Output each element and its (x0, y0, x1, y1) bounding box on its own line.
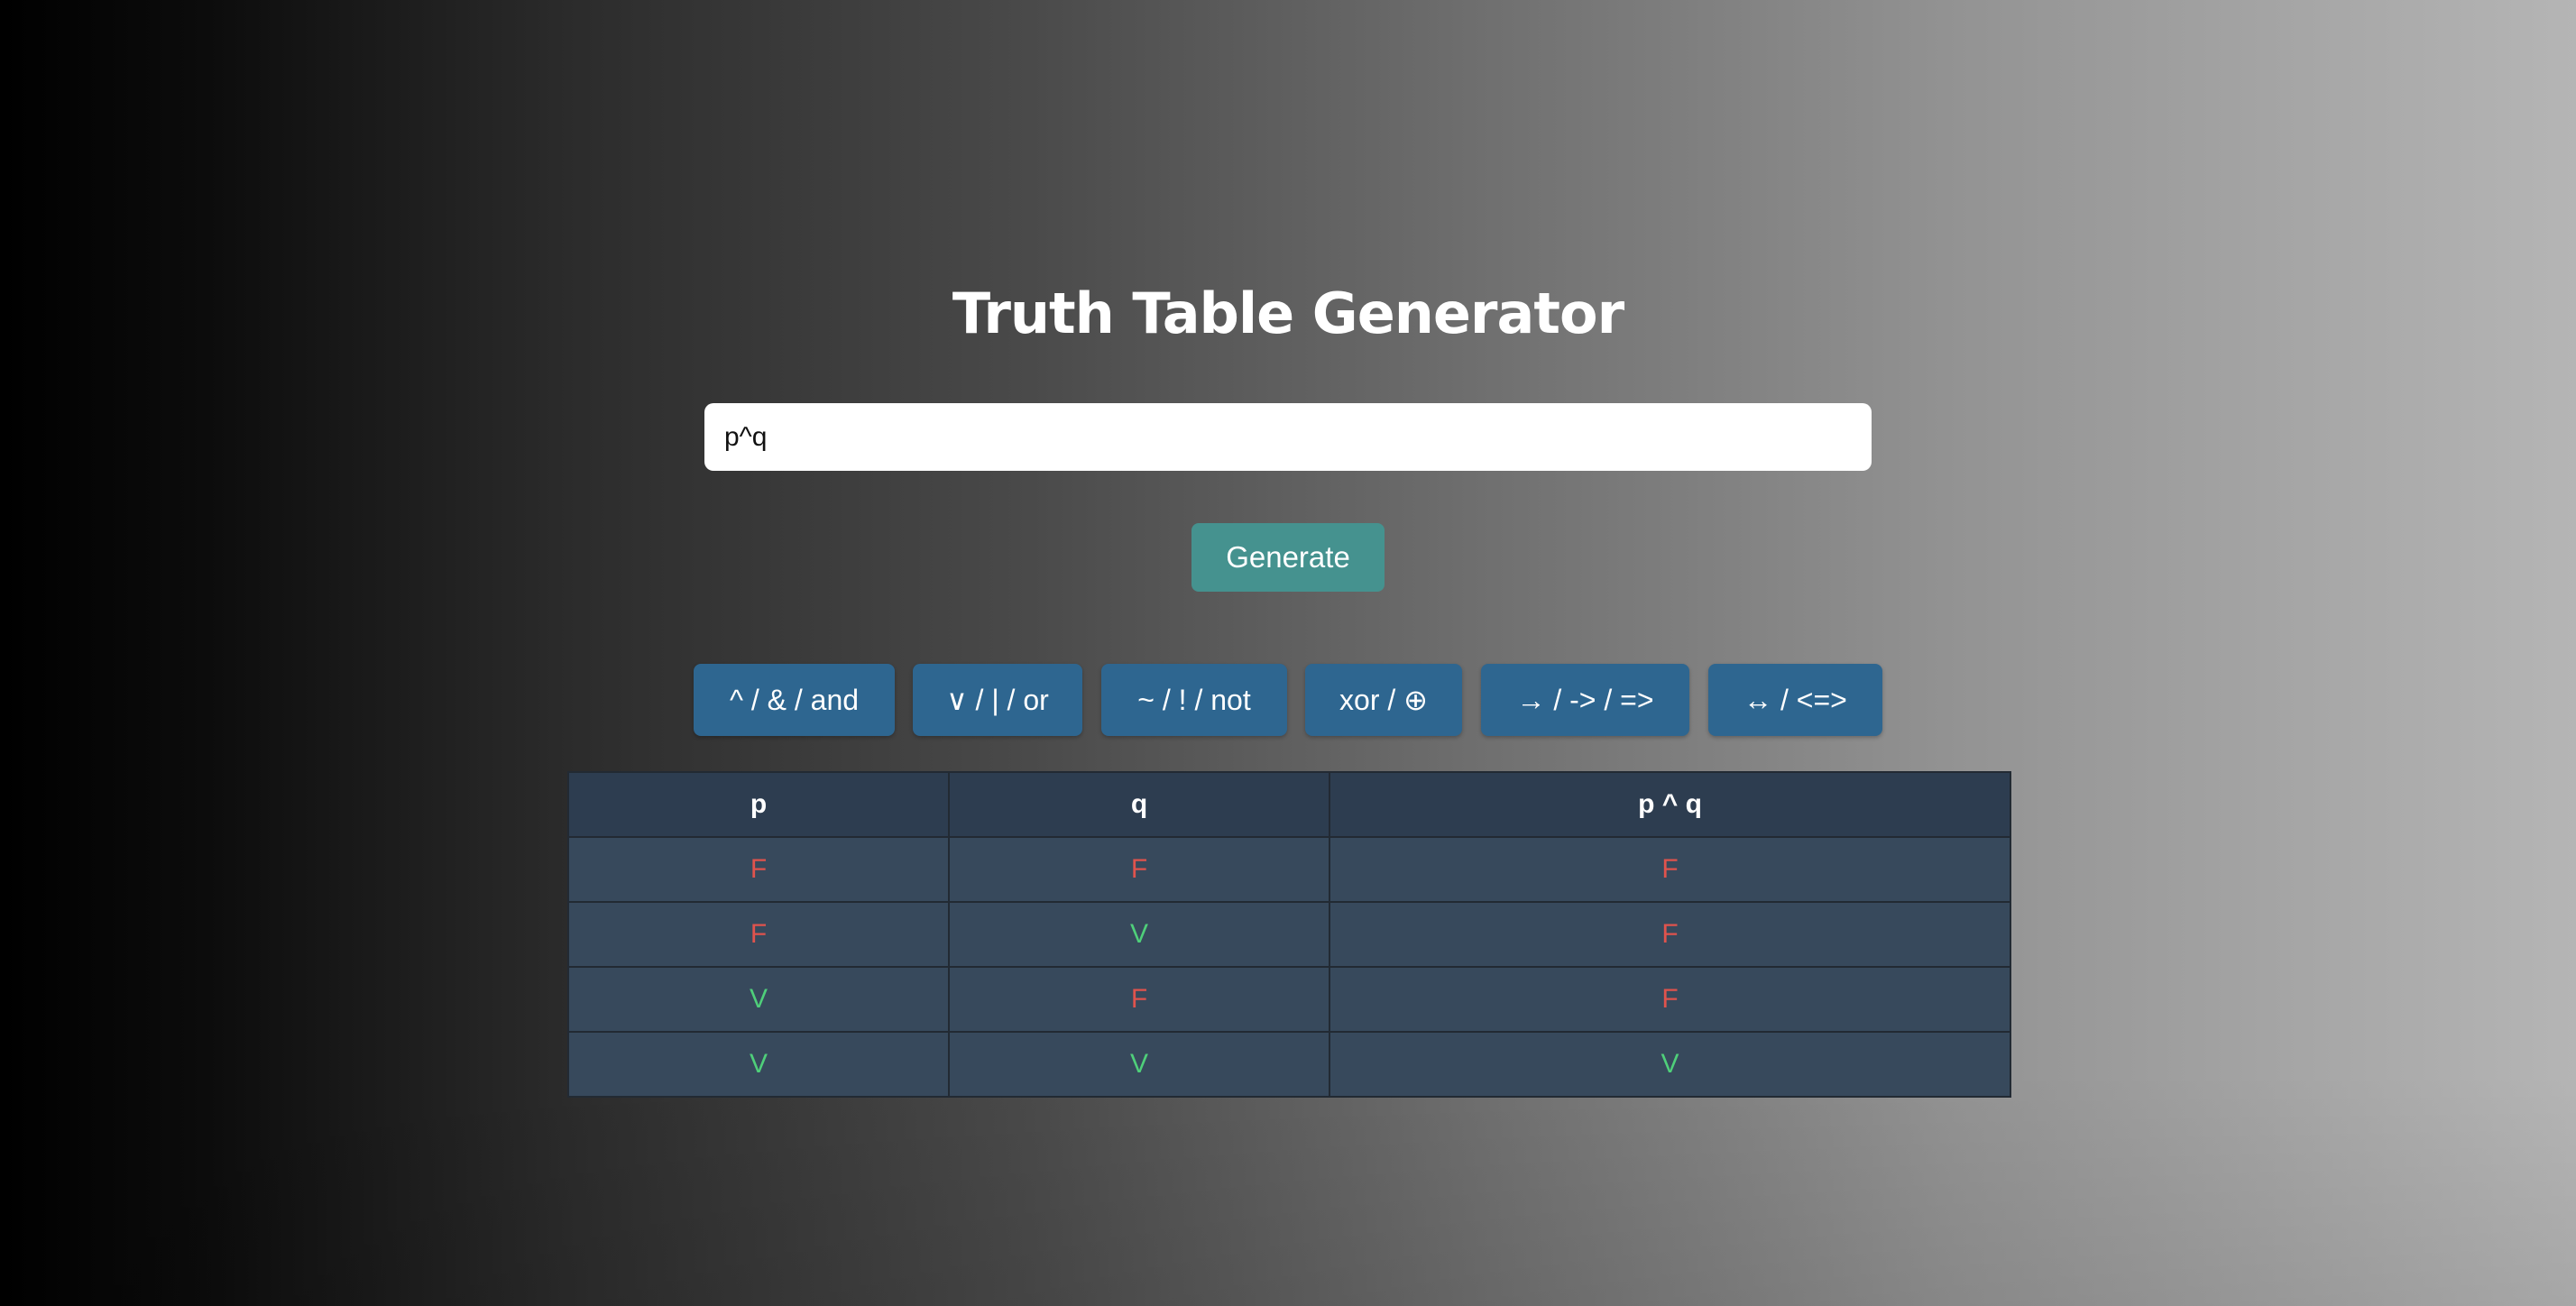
table-cell: V (1329, 1031, 2011, 1098)
operator-implies-button[interactable]: → / -> / => (1481, 664, 1689, 736)
table-cell: F (948, 836, 1330, 903)
truth-table: p q p ^ q F F F F V F V F F V V V (567, 771, 2011, 1098)
table-cell: F (1329, 836, 2011, 903)
table-row: V F F (567, 966, 2011, 1033)
table-cell: F (1329, 966, 2011, 1033)
column-header: p ^ q (1329, 771, 2011, 838)
table-cell: F (567, 836, 950, 903)
table-header-row: p q p ^ q (567, 771, 2011, 838)
operator-buttons: ^ / & / and ∨ / | / or ~ / ! / not xor /… (0, 664, 2576, 736)
column-header: p (567, 771, 950, 838)
expression-input[interactable] (704, 403, 1872, 471)
table-row: F F F (567, 836, 2011, 903)
table-cell: V (567, 1031, 950, 1098)
table-cell: V (567, 966, 950, 1033)
table-cell: V (948, 1031, 1330, 1098)
operator-not-button[interactable]: ~ / ! / not (1101, 664, 1287, 736)
table-cell: F (567, 901, 950, 968)
operator-iff-button[interactable]: ↔ / <=> (1708, 664, 1882, 736)
table-cell: F (948, 966, 1330, 1033)
table-cell: F (1329, 901, 2011, 968)
generate-button[interactable]: Generate (1191, 523, 1385, 592)
operator-or-button[interactable]: ∨ / | / or (913, 664, 1082, 736)
table-row: F V F (567, 901, 2011, 968)
table-row: V V V (567, 1031, 2011, 1098)
table-cell: V (948, 901, 1330, 968)
operator-xor-button[interactable]: xor / ⊕ (1305, 664, 1462, 736)
operator-and-button[interactable]: ^ / & / and (694, 664, 895, 736)
column-header: q (948, 771, 1330, 838)
page-title: Truth Table Generator (952, 281, 1624, 346)
background-shade (0, 1071, 2576, 1306)
